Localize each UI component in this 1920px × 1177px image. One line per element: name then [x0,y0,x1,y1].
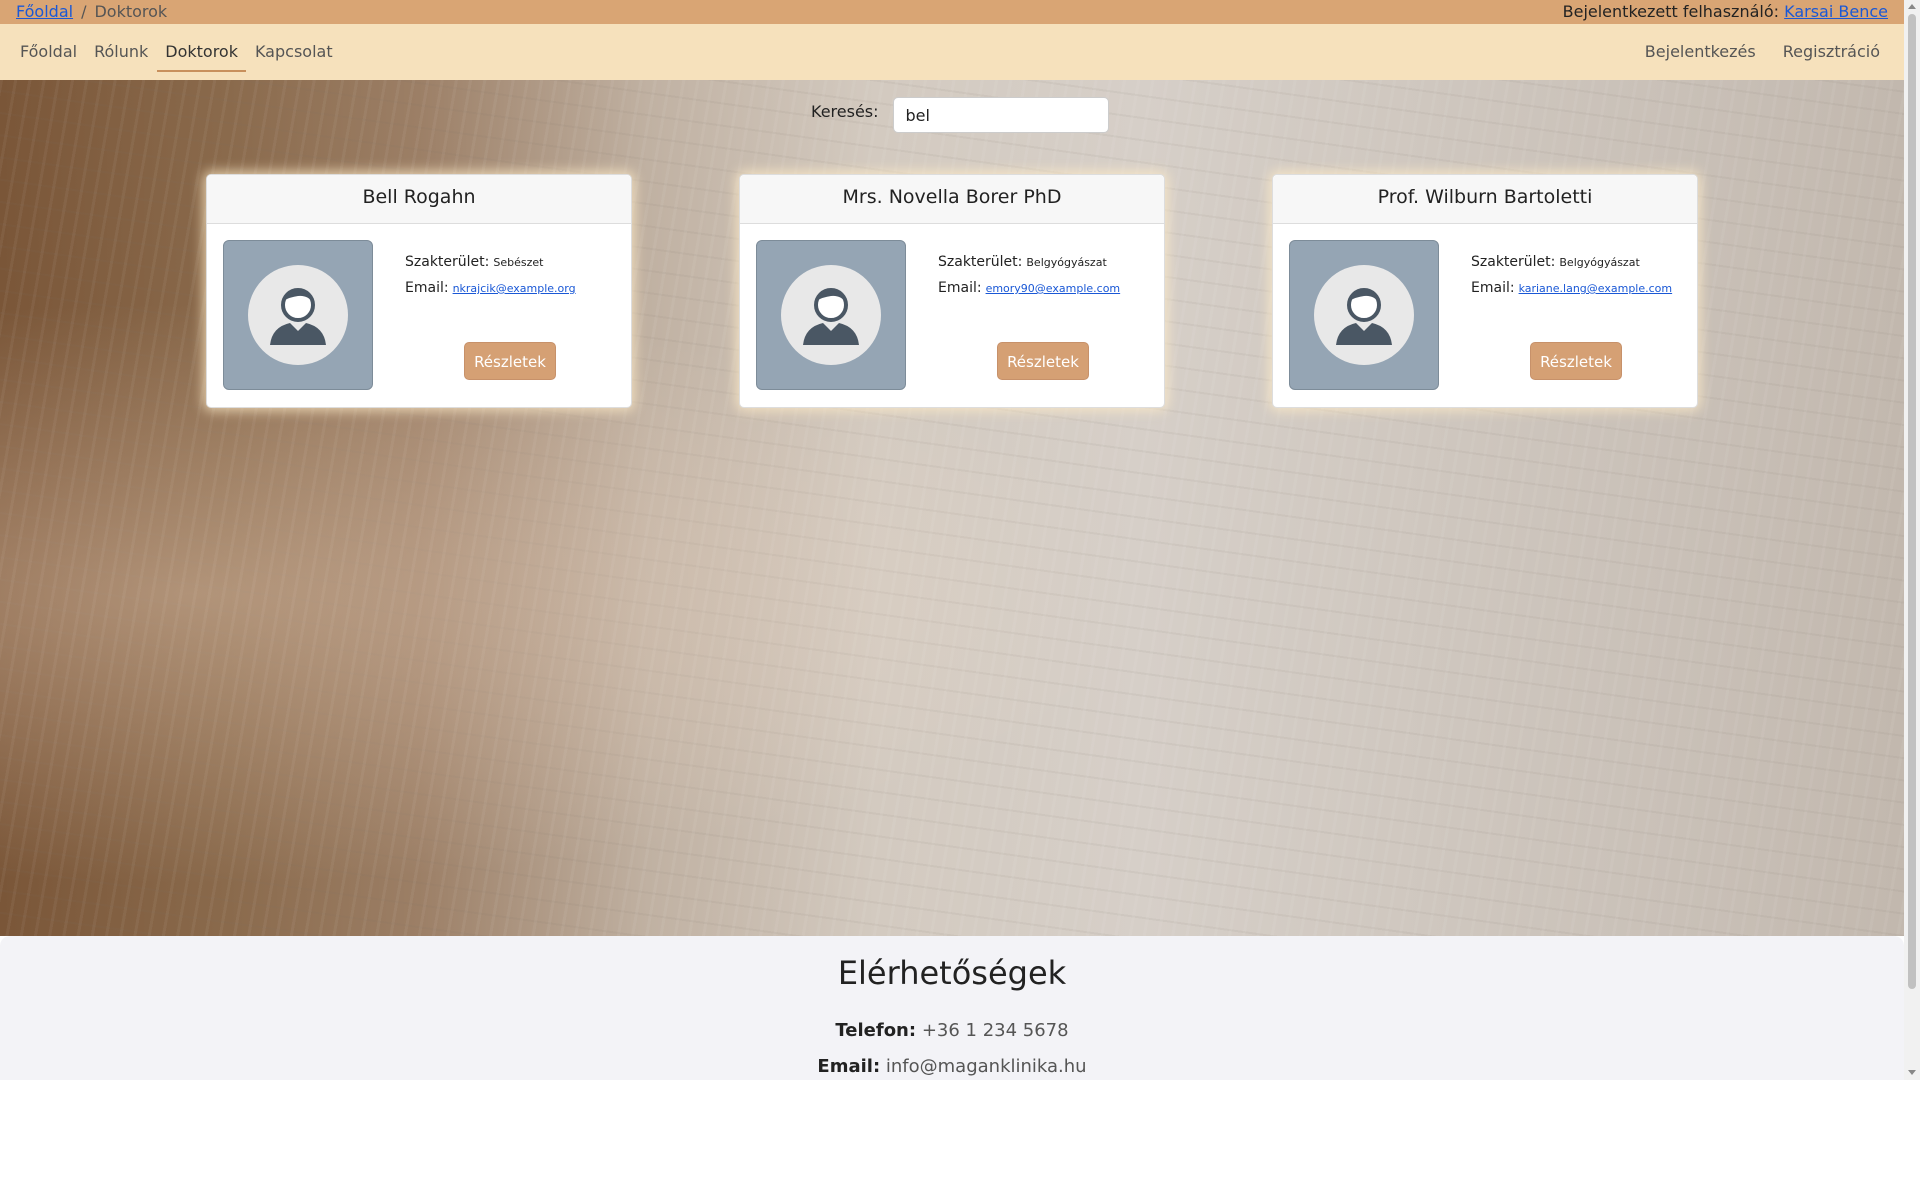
details-button[interactable]: Részletek [997,342,1089,380]
nav-left: Főoldal Rólunk Doktorok Kapcsolat [12,24,342,80]
doctor-card: Bell Rogahn Szakterület: Sebészet Email: n… [206,174,632,408]
doctor-info: Szakterület: Belgyógyászat Email: emory90@… [938,249,1120,301]
email-label: Email: [1471,280,1515,296]
doctor-avatar [1289,240,1439,390]
doctor-name: Prof. Wilburn Bartoletti [1273,175,1697,224]
doctor-email-link[interactable]: kariane.lang@example.com [1519,282,1673,295]
person-icon [1314,265,1414,365]
scroll-thumb[interactable] [1908,14,1916,989]
doctor-avatar [756,240,906,390]
breadcrumb-home-link[interactable]: Főoldal [16,2,73,21]
doctor-email-link[interactable]: nkrajcik@example.org [453,282,576,295]
nav-right: Bejelentkezés Regisztráció [1632,24,1894,80]
breadcrumb-separator: / [81,2,87,21]
doctor-name: Mrs. Novella Borer PhD [740,175,1164,224]
phone-label: Telefon: [835,1020,917,1041]
breadcrumb-current: Doktorok [94,2,168,21]
footer-email-label: Email: [817,1056,881,1077]
doctor-avatar [223,240,373,390]
search-input[interactable] [892,97,1109,133]
nav-link-home[interactable]: Főoldal [12,24,85,70]
footer: Elérhetőségek Telefon: +36 1 234 5678 Em… [0,936,1904,1080]
navbar: Főoldal Rólunk Doktorok Kapcsolat Bejele… [0,24,1904,80]
doctor-card: Prof. Wilburn Bartoletti Szakterület: Bel… [1272,174,1698,408]
specialty-value: Belgyógyászat [1026,256,1107,269]
specialty-value: Sebészet [493,256,544,269]
scroll-up-arrow-icon[interactable] [1908,4,1916,9]
page: Főoldal / Doktorok Bejelentkezett felhaszn… [0,0,1904,1080]
nav-link-register[interactable]: Regisztráció [1770,24,1893,70]
nav-link-login[interactable]: Bejelentkezés [1632,24,1769,70]
specialty-label: Szakterület: [1471,254,1556,270]
person-icon [248,265,348,365]
details-button[interactable]: Részletek [464,342,556,380]
phone-value: +36 1 234 5678 [921,1020,1069,1041]
breadcrumb: Főoldal / Doktorok [16,2,167,21]
person-icon [781,265,881,365]
footer-title: Elérhetőségek [837,954,1067,992]
user-name-link[interactable]: Karsai Bence [1784,2,1888,21]
search-bar: Keresés: [811,96,1109,134]
footer-email-value: info@maganklinika.hu [885,1056,1087,1077]
nav-link-contact[interactable]: Kapcsolat [247,24,341,70]
email-label: Email: [405,280,449,296]
scroll-down-arrow-icon[interactable] [1908,1070,1916,1075]
doctor-info: Szakterület: Sebészet Email: nkrajcik@exam… [405,249,576,301]
specialty-label: Szakterület: [938,254,1023,270]
specialty-label: Szakterület: [405,254,490,270]
specialty-value: Belgyógyászat [1559,256,1640,269]
logged-in-label: Bejelentkezett felhasználó: [1562,2,1780,21]
footer-phone: Telefon: +36 1 234 5678 [0,1020,1904,1041]
nav-link-doctors[interactable]: Doktorok [157,24,246,72]
nav-link-about[interactable]: Rólunk [86,24,156,70]
email-label: Email: [938,280,982,296]
footer-email: Email: info@maganklinika.hu [0,1056,1904,1077]
search-label: Keresés: [811,101,879,121]
logged-in-user: Bejelentkezett felhasználó: Karsai Bence [1563,2,1888,21]
details-button[interactable]: Részletek [1530,342,1622,380]
doctor-card: Mrs. Novella Borer PhD Szakterület: Belgy… [739,174,1165,408]
doctor-info: Szakterület: Belgyógyászat Email: kariane.… [1471,249,1672,301]
doctor-email-link[interactable]: emory90@example.com [986,282,1121,295]
doctor-name: Bell Rogahn [207,175,631,224]
top-bar: Főoldal / Doktorok Bejelentkezett felhaszn… [0,0,1904,24]
scrollbar[interactable] [1904,0,1920,1080]
